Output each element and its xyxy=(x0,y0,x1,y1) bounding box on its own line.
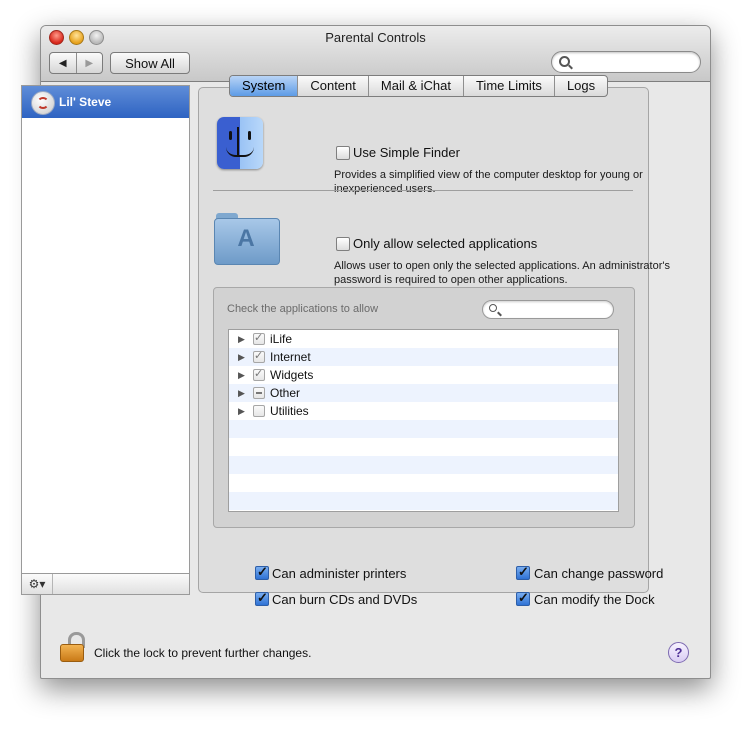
user-name: Lil' Steve xyxy=(59,95,112,109)
app-checkbox[interactable] xyxy=(253,349,265,363)
selected-apps-checkbox[interactable] xyxy=(336,237,350,251)
applications-list: ▶ iLife ▶ Internet ▶ Widgets ▶ Other ▶ U… xyxy=(228,329,619,512)
empty-row xyxy=(229,456,618,474)
app-label: Other xyxy=(270,386,301,400)
modify-dock-checkbox[interactable] xyxy=(516,590,530,606)
list-item[interactable]: ▶ Utilities xyxy=(229,402,618,420)
window-title: Parental Controls xyxy=(325,30,426,45)
app-checkbox[interactable] xyxy=(253,387,265,399)
burn-cds-checkbox[interactable] xyxy=(255,590,269,606)
change-password-label[interactable]: Can change password xyxy=(534,566,663,581)
app-checkbox[interactable] xyxy=(253,405,265,417)
selected-apps-label[interactable]: Only allow selected applications xyxy=(353,236,537,251)
search-input[interactable] xyxy=(551,51,701,73)
selected-apps-description: Allows user to open only the selected ap… xyxy=(334,260,670,286)
disclosure-triangle-icon[interactable]: ▶ xyxy=(238,388,245,399)
disclosure-triangle-icon[interactable]: ▶ xyxy=(238,406,245,417)
modify-dock-label[interactable]: Can modify the Dock xyxy=(534,592,655,607)
empty-row xyxy=(229,420,618,438)
simple-finder-label[interactable]: Use Simple Finder xyxy=(353,145,460,160)
titlebar: Parental Controls ◀ ▶ Show All xyxy=(41,26,710,82)
divider xyxy=(213,190,633,191)
back-icon[interactable]: ◀ xyxy=(50,53,77,73)
gear-menu-icon[interactable]: ⚙▾ xyxy=(22,574,53,594)
disclosure-triangle-icon[interactable]: ▶ xyxy=(238,334,245,345)
sidebar-footer: ⚙▾ xyxy=(22,573,189,594)
administer-printers-label[interactable]: Can administer printers xyxy=(272,566,406,581)
app-label: iLife xyxy=(270,332,293,346)
help-button[interactable]: ? xyxy=(668,642,689,663)
baseball-avatar-icon xyxy=(31,91,55,115)
burn-cds-label[interactable]: Can burn CDs and DVDs xyxy=(272,592,417,607)
user-item-lil-steve[interactable]: Lil' Steve xyxy=(22,86,189,118)
search-icon xyxy=(559,56,570,67)
app-checkbox[interactable] xyxy=(253,331,265,345)
disclosure-triangle-icon[interactable]: ▶ xyxy=(238,370,245,381)
tab-mail-ichat[interactable]: Mail & iChat xyxy=(369,76,464,96)
disclosure-triangle-icon[interactable]: ▶ xyxy=(238,352,245,363)
change-password-checkbox[interactable] xyxy=(516,564,530,580)
applications-title: Check the applications to allow xyxy=(227,303,379,315)
list-item[interactable]: ▶ iLife xyxy=(229,330,618,348)
list-item[interactable]: ▶ Widgets xyxy=(229,366,618,384)
show-all-button[interactable]: Show All xyxy=(110,52,190,74)
search-icon xyxy=(489,304,497,312)
app-label: Widgets xyxy=(270,368,314,382)
list-item[interactable]: ▶ Other xyxy=(229,384,618,402)
finder-icon xyxy=(217,117,263,169)
back-forward-control: ◀ ▶ xyxy=(49,52,103,74)
app-label: Internet xyxy=(270,350,311,364)
applications-folder-icon: A xyxy=(214,213,280,265)
lock-icon[interactable] xyxy=(59,632,85,662)
empty-row xyxy=(229,438,618,456)
user-list: Lil' Steve ⚙▾ xyxy=(21,85,190,595)
tab-time-limits[interactable]: Time Limits xyxy=(464,76,555,96)
app-checkbox[interactable] xyxy=(253,367,265,381)
tab-system[interactable]: System xyxy=(230,76,299,96)
simple-finder-description: Provides a simplified view of the comput… xyxy=(334,169,643,195)
lock-text: Click the lock to prevent further change… xyxy=(94,646,312,660)
list-item[interactable]: ▶ Internet xyxy=(229,348,618,366)
tab-logs[interactable]: Logs xyxy=(555,76,607,96)
empty-row xyxy=(229,492,618,510)
forward-icon[interactable]: ▶ xyxy=(77,53,103,73)
administer-printers-checkbox[interactable] xyxy=(255,564,269,580)
empty-row xyxy=(229,474,618,492)
applications-search-input[interactable] xyxy=(482,300,614,319)
tab-content[interactable]: Content xyxy=(298,76,369,96)
app-label: Utilities xyxy=(270,404,309,418)
tab-bar: System Content Mail & iChat Time Limits … xyxy=(229,75,609,97)
simple-finder-checkbox[interactable] xyxy=(336,146,350,160)
